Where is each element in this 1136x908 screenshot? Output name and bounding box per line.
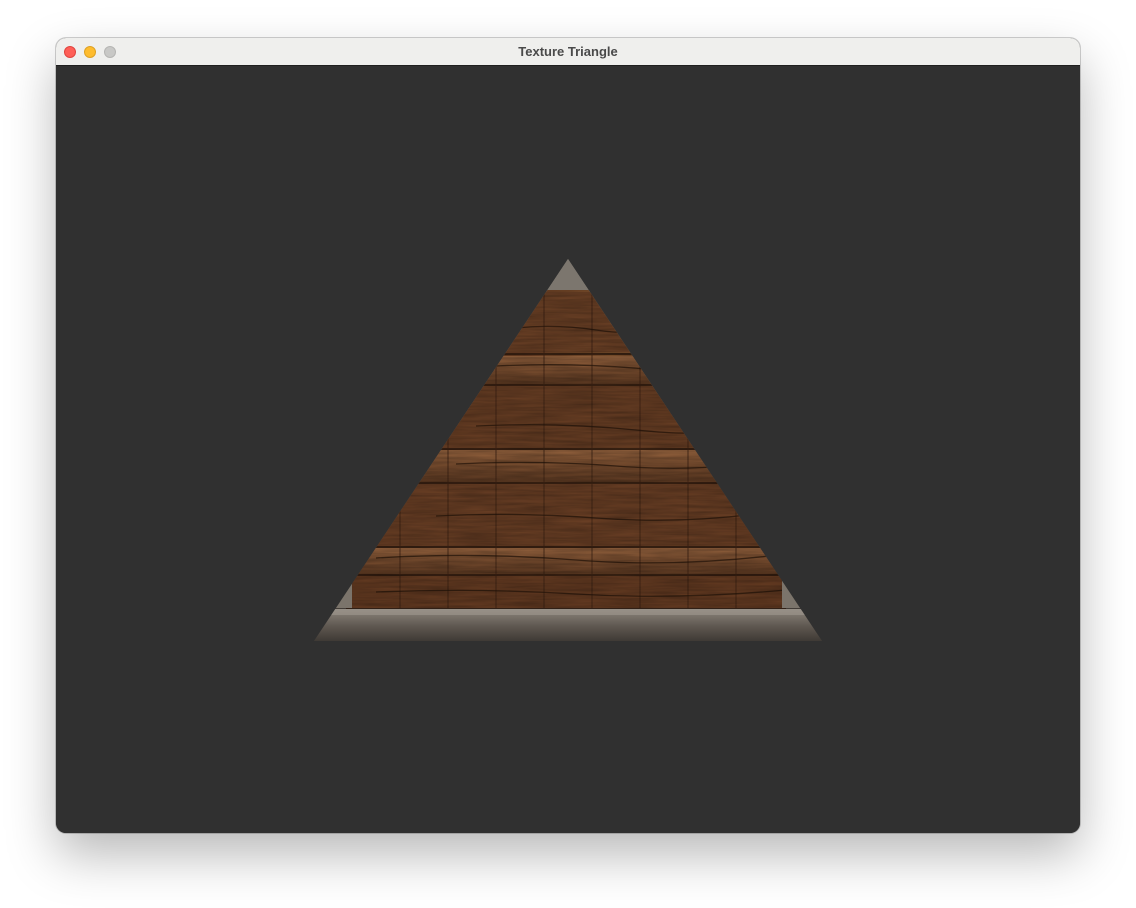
title-bar[interactable]: Texture Triangle: [56, 38, 1080, 66]
textured-triangle: [314, 259, 822, 641]
window-title: Texture Triangle: [518, 44, 618, 59]
triangle-scene: [314, 259, 822, 641]
app-window: Texture Triangle: [56, 38, 1080, 833]
render-canvas[interactable]: [56, 66, 1080, 833]
